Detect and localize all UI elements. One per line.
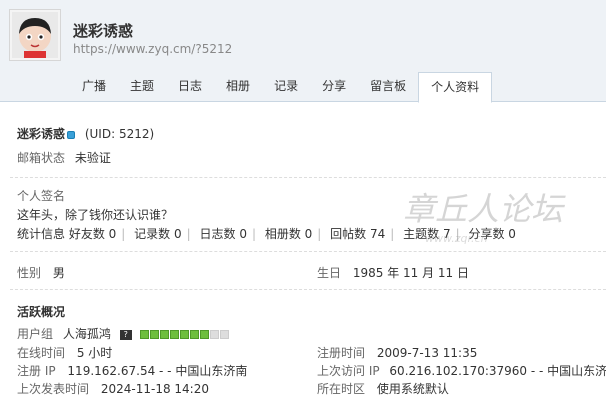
register-ip-row: 注册 IP 119.162.67.54 - - 中国山东济南 <box>17 362 247 379</box>
profile-name: 迷彩诱惑 <box>17 127 66 141</box>
stat-friends[interactable]: 好友数 0 <box>69 227 116 241</box>
timezone-value: 使用系统默认 <box>376 382 449 396</box>
online-status-icon <box>67 130 76 139</box>
divider <box>10 289 606 290</box>
signature-label: 个人签名 <box>17 189 66 203</box>
register-time-label: 注册时间 <box>317 346 366 360</box>
tab-topics[interactable]: 主题 <box>118 72 166 101</box>
tab-broadcast[interactable]: 广播 <box>70 72 118 101</box>
last-visit-ip-value: 60.216.102.170:37960 - - 中国山东济南 <box>389 364 606 378</box>
profile-name-row: 迷彩诱惑 (UID: 5212) <box>17 125 154 142</box>
birthday-label: 生日 <box>317 266 342 280</box>
last-post-label: 上次发表时间 <box>17 382 90 396</box>
register-time-value: 2009-7-13 11:35 <box>376 346 478 360</box>
site-watermark: 章丘人论坛 www.zqr.cn <box>395 180 605 250</box>
rank-star-icon <box>139 330 149 339</box>
online-time-row: 在线时间 5 小时 <box>17 344 112 361</box>
header-username[interactable]: 迷彩诱惑 <box>73 20 133 41</box>
last-visit-ip-row: 上次访问 IP 60.216.102.170:37960 - - 中国山东济南 <box>317 362 606 379</box>
stats-label: 统计信息 <box>17 227 66 241</box>
online-time-value: 5 小时 <box>76 346 113 360</box>
tab-share[interactable]: 分享 <box>310 72 358 101</box>
rank-star-icon <box>209 330 219 339</box>
profile-content: 迷彩诱惑 (UID: 5212) 邮箱状态 未验证 个人签名 这年头，除了钱你还… <box>0 103 606 408</box>
last-visit-ip-label: 上次访问 IP <box>317 364 380 378</box>
gender-row: 性别 男 <box>17 264 65 281</box>
stat-records[interactable]: 记录数 0 <box>134 227 181 241</box>
rank-star-icon <box>219 330 229 339</box>
last-post-value: 2024-11-18 14:20 <box>100 382 209 396</box>
tab-album[interactable]: 相册 <box>214 72 262 101</box>
email-status-label: 邮箱状态 <box>17 151 66 165</box>
stat-albums[interactable]: 相册数 0 <box>265 227 312 241</box>
last-post-row: 上次发表时间 2024-11-18 14:20 <box>17 380 209 397</box>
profile-url[interactable]: https://www.zyq.cm/?5212 <box>73 42 232 56</box>
divider <box>10 251 606 252</box>
email-status-row: 邮箱状态 未验证 <box>17 149 111 166</box>
tab-guestbook[interactable]: 留言板 <box>358 72 418 101</box>
gender-value: 男 <box>52 266 65 280</box>
usergroup-label: 用户组 <box>17 327 54 341</box>
gender-label: 性别 <box>17 266 42 280</box>
stat-replies[interactable]: 回帖数 74 <box>330 227 385 241</box>
usergroup-row: 用户组 人海孤鸿 ? <box>17 325 229 342</box>
tab-blog[interactable]: 日志 <box>166 72 214 101</box>
signature-text: 这年头，除了钱你还认识谁？ <box>17 208 174 222</box>
rank-star-icon <box>159 330 169 339</box>
tab-profile[interactable]: 个人资料 <box>418 72 493 103</box>
tab-records[interactable]: 记录 <box>262 72 310 101</box>
watermark-url: www.zqr.cn <box>425 232 488 245</box>
profile-header: 迷彩诱惑 https://www.zyq.cm/?5212 广播 主题 日志 相… <box>0 0 606 103</box>
birthday-row: 生日 1985 年 11 月 11 日 <box>317 264 469 281</box>
rank-stars <box>139 330 229 339</box>
rank-star-icon <box>149 330 159 339</box>
activity-title: 活跃概况 <box>17 305 66 319</box>
rank-star-icon <box>189 330 199 339</box>
divider <box>10 177 606 178</box>
rank-star-icon <box>179 330 189 339</box>
email-status-value: 未验证 <box>74 151 111 165</box>
usergroup-value[interactable]: 人海孤鸿 <box>63 327 111 341</box>
rank-star-icon <box>169 330 179 339</box>
profile-tabs: 广播 主题 日志 相册 记录 分享 留言板 个人资料 <box>70 72 493 103</box>
avatar[interactable] <box>9 9 61 61</box>
avatar-image <box>12 12 58 58</box>
register-ip-label: 注册 IP <box>17 364 56 378</box>
profile-uid: (UID: 5212) <box>84 127 155 141</box>
rank-star-icon <box>199 330 209 339</box>
birthday-value: 1985 年 11 月 11 日 <box>352 266 469 280</box>
timezone-row: 所在时区 使用系统默认 <box>317 380 449 397</box>
rank-icon: ? <box>119 329 132 340</box>
online-time-label: 在线时间 <box>17 346 66 360</box>
stat-blogs[interactable]: 日志数 0 <box>200 227 247 241</box>
register-time-row: 注册时间 2009-7-13 11:35 <box>317 344 477 361</box>
timezone-label: 所在时区 <box>317 382 366 396</box>
register-ip-value: 119.162.67.54 - - 中国山东济南 <box>67 364 248 378</box>
watermark-text: 章丘人论坛 <box>403 190 566 228</box>
